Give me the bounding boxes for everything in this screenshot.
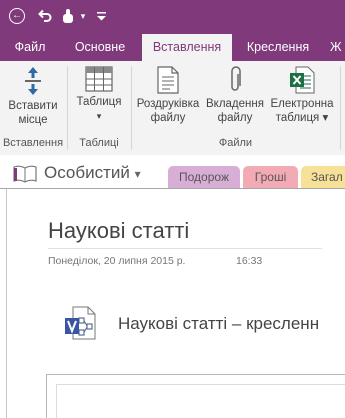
- page-top-border: [0, 188, 345, 189]
- group-label-files: Файли: [218, 137, 253, 149]
- file-printout-label-2: файлу: [150, 112, 186, 124]
- table-icon: [85, 66, 113, 92]
- file-printout-button[interactable]: Роздруківка файлу: [133, 66, 203, 125]
- section-tab-travel[interactable]: Подорож: [168, 166, 240, 188]
- insert-space-label-2: місце: [18, 114, 48, 126]
- tab-insert[interactable]: Вставлення: [142, 34, 232, 61]
- touch-mode-icon: [63, 9, 73, 23]
- undo-icon: [38, 9, 52, 22]
- file-attachment-label-1: Вкладення: [206, 98, 264, 110]
- spreadsheet-label-2: таблиця ▾: [275, 112, 329, 124]
- back-icon: ←: [9, 8, 25, 24]
- notebook-name-dropdown[interactable]: Особистий ▾: [44, 163, 141, 183]
- notebook-icon: [13, 165, 37, 183]
- touch-mode-dropdown[interactable]: ▾: [78, 6, 88, 26]
- tab-draw[interactable]: Креслення: [238, 34, 318, 61]
- insert-space-icon: [25, 67, 41, 95]
- paperclip-icon: [231, 66, 241, 91]
- section-tab-general[interactable]: Загал: [301, 166, 345, 188]
- section-tab-money[interactable]: Гроші: [243, 166, 298, 188]
- file-attachment-label-2: файлу: [217, 112, 253, 124]
- spreadsheet-label-1: Електронна: [270, 98, 334, 110]
- page-left-border: [6, 189, 7, 418]
- table-label: Таблиця: [76, 96, 122, 108]
- spreadsheet-button[interactable]: Електронна таблиця ▾: [266, 66, 338, 125]
- back-button[interactable]: ←: [9, 6, 25, 26]
- customize-toolbar-button[interactable]: [95, 6, 107, 26]
- notebook-name: Особистий: [44, 163, 130, 182]
- group-label-tables: Таблиці: [79, 137, 119, 149]
- file-attachment-button[interactable]: Вкладення файлу: [203, 66, 267, 125]
- insert-space-label-1: Вставити: [8, 100, 58, 112]
- page-title[interactable]: Наукові статті: [48, 218, 189, 244]
- page-date: Понеділок, 20 липня 2015 р.: [48, 255, 186, 267]
- ribbon-separator: [340, 66, 341, 150]
- embedded-printout-page: [56, 384, 345, 418]
- touch-mode-button[interactable]: [59, 6, 77, 26]
- excel-icon: [290, 66, 315, 94]
- customize-toolbar-icon: [96, 11, 106, 20]
- chevron-down-icon: ▾: [96, 111, 102, 121]
- attachment-icon-button[interactable]: [64, 306, 96, 345]
- title-underline: [48, 248, 322, 249]
- visio-file-icon: [65, 306, 96, 340]
- page-time: 16:33: [236, 255, 263, 267]
- ribbon-separator: [131, 66, 132, 150]
- undo-button[interactable]: [37, 6, 53, 26]
- tab-home[interactable]: Основне: [64, 34, 136, 61]
- attachment-filename[interactable]: Наукові статті – кресленн: [118, 314, 319, 334]
- table-button[interactable]: Таблиця ▾: [70, 66, 128, 123]
- chevron-down-icon: ▾: [80, 10, 86, 21]
- group-label-insert: Вставлення: [2, 137, 64, 149]
- chevron-down-icon: ▾: [134, 167, 141, 181]
- insert-space-button[interactable]: Вставити місце: [2, 66, 64, 127]
- file-printout-icon: [157, 66, 179, 94]
- tab-view[interactable]: Ж: [330, 34, 345, 61]
- file-printout-label-1: Роздруківка: [136, 98, 200, 110]
- tab-file[interactable]: Файл: [0, 34, 60, 61]
